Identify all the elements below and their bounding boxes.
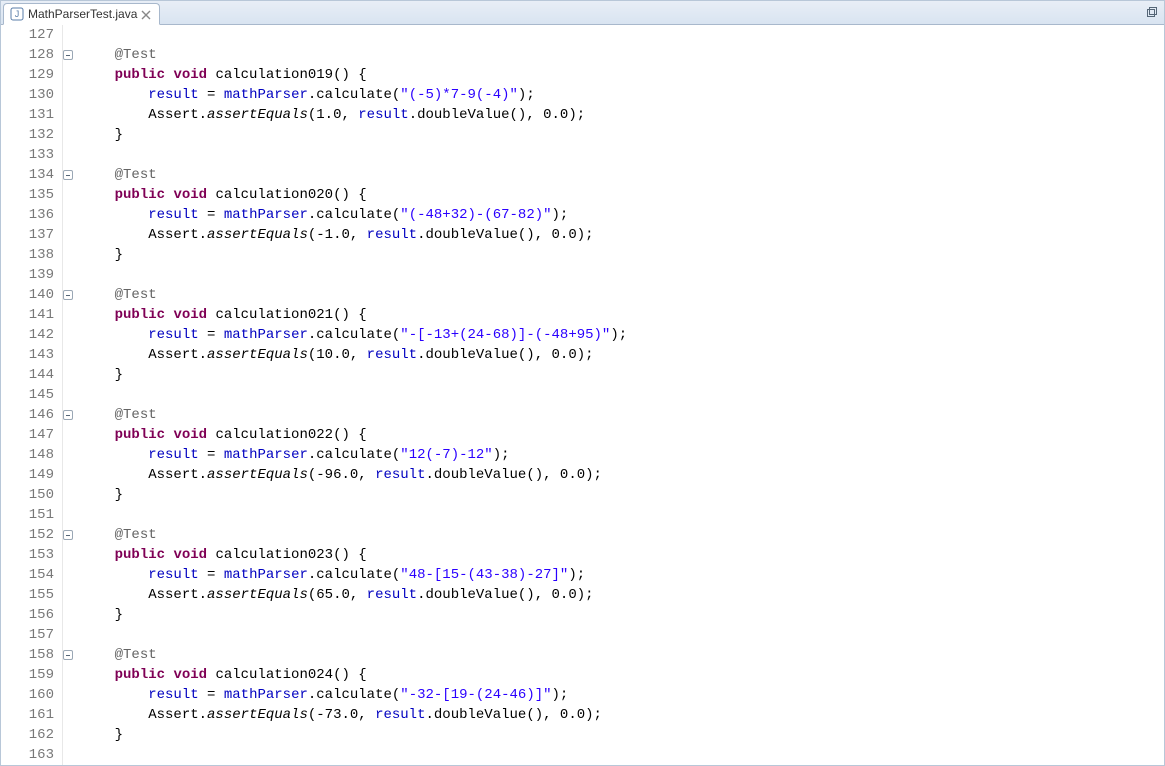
code-line[interactable]: public void calculation024() {	[81, 665, 1164, 685]
editor-tab-active[interactable]: J MathParserTest.java	[3, 3, 160, 25]
code-line[interactable]: result = mathParser.calculate("48-[15-(4…	[81, 565, 1164, 585]
line-number[interactable]: 150	[1, 485, 54, 505]
tab-filename: MathParserTest.java	[28, 7, 137, 21]
close-icon[interactable]	[141, 9, 151, 19]
code-line[interactable]: result = mathParser.calculate("(-5)*7-9(…	[81, 85, 1164, 105]
line-number[interactable]: 139	[1, 265, 54, 285]
code-line[interactable]: result = mathParser.calculate("(-48+32)-…	[81, 205, 1164, 225]
fold-toggle-icon[interactable]	[63, 410, 73, 420]
editor-toolbar-right	[1144, 4, 1160, 20]
code-line[interactable]: @Test	[81, 645, 1164, 665]
line-number[interactable]: 129	[1, 65, 54, 85]
line-number[interactable]: 152	[1, 525, 54, 545]
code-line[interactable]	[81, 145, 1164, 165]
code-line[interactable]: Assert.assertEquals(65.0, result.doubleV…	[81, 585, 1164, 605]
line-number[interactable]: 149	[1, 465, 54, 485]
code-line[interactable]: }	[81, 365, 1164, 385]
line-number[interactable]: 136	[1, 205, 54, 225]
fold-toggle-icon[interactable]	[63, 530, 73, 540]
line-number[interactable]: 138	[1, 245, 54, 265]
editor-tabbar: J MathParserTest.java	[1, 1, 1164, 25]
code-line[interactable]: Assert.assertEquals(-1.0, result.doubleV…	[81, 225, 1164, 245]
java-file-icon: J	[10, 7, 24, 21]
line-number[interactable]: 135	[1, 185, 54, 205]
line-number[interactable]: 131	[1, 105, 54, 125]
code-line[interactable]	[81, 265, 1164, 285]
line-number[interactable]: 153	[1, 545, 54, 565]
line-number[interactable]: 142	[1, 325, 54, 345]
code-line[interactable]: public void calculation022() {	[81, 425, 1164, 445]
fold-strip[interactable]	[62, 25, 74, 765]
code-line[interactable]: }	[81, 605, 1164, 625]
code-line[interactable]: @Test	[81, 45, 1164, 65]
code-line[interactable]: Assert.assertEquals(1.0, result.doubleVa…	[81, 105, 1164, 125]
code-line[interactable]	[81, 385, 1164, 405]
line-number[interactable]: 155	[1, 585, 54, 605]
line-number[interactable]: 146	[1, 405, 54, 425]
line-number[interactable]: 160	[1, 685, 54, 705]
code-line[interactable]: @Test	[81, 165, 1164, 185]
line-number[interactable]: 130	[1, 85, 54, 105]
code-line[interactable]: }	[81, 725, 1164, 745]
code-line[interactable]	[81, 745, 1164, 765]
code-line[interactable]: @Test	[81, 525, 1164, 545]
code-line[interactable]	[81, 25, 1164, 45]
code-line[interactable]: }	[81, 485, 1164, 505]
code-editor: 1271281291301311321331341351361371381391…	[1, 25, 1164, 765]
line-number[interactable]: 132	[1, 125, 54, 145]
line-number[interactable]: 134	[1, 165, 54, 185]
fold-toggle-icon[interactable]	[63, 290, 73, 300]
fold-toggle-icon[interactable]	[63, 650, 73, 660]
code-line[interactable]: @Test	[81, 285, 1164, 305]
line-number[interactable]: 162	[1, 725, 54, 745]
code-line[interactable]: Assert.assertEquals(10.0, result.doubleV…	[81, 345, 1164, 365]
fold-toggle-icon[interactable]	[63, 170, 73, 180]
line-number[interactable]: 133	[1, 145, 54, 165]
code-line[interactable]: result = mathParser.calculate("12(-7)-12…	[81, 445, 1164, 465]
code-area[interactable]: @Test public void calculation019() { res…	[63, 25, 1164, 765]
code-line[interactable]	[81, 505, 1164, 525]
code-line[interactable]: @Test	[81, 405, 1164, 425]
line-number[interactable]: 158	[1, 645, 54, 665]
code-line[interactable]: public void calculation021() {	[81, 305, 1164, 325]
code-line[interactable]: public void calculation019() {	[81, 65, 1164, 85]
line-number[interactable]: 140	[1, 285, 54, 305]
line-number[interactable]: 156	[1, 605, 54, 625]
code-line[interactable]	[81, 625, 1164, 645]
code-line[interactable]: Assert.assertEquals(-96.0, result.double…	[81, 465, 1164, 485]
line-number[interactable]: 141	[1, 305, 54, 325]
line-number[interactable]: 157	[1, 625, 54, 645]
line-number[interactable]: 127	[1, 25, 54, 45]
line-number[interactable]: 148	[1, 445, 54, 465]
line-number[interactable]: 147	[1, 425, 54, 445]
code-line[interactable]: public void calculation020() {	[81, 185, 1164, 205]
line-number[interactable]: 144	[1, 365, 54, 385]
code-line[interactable]: result = mathParser.calculate("-[-13+(24…	[81, 325, 1164, 345]
line-number[interactable]: 163	[1, 745, 54, 765]
svg-text:J: J	[15, 9, 20, 19]
line-number[interactable]: 159	[1, 665, 54, 685]
code-line[interactable]: Assert.assertEquals(-73.0, result.double…	[81, 705, 1164, 725]
line-number[interactable]: 154	[1, 565, 54, 585]
line-number[interactable]: 128	[1, 45, 54, 65]
line-number[interactable]: 161	[1, 705, 54, 725]
line-number[interactable]: 151	[1, 505, 54, 525]
code-line[interactable]: public void calculation023() {	[81, 545, 1164, 565]
line-number[interactable]: 143	[1, 345, 54, 365]
code-line[interactable]: }	[81, 245, 1164, 265]
line-number[interactable]: 145	[1, 385, 54, 405]
line-number-gutter[interactable]: 1271281291301311321331341351361371381391…	[1, 25, 63, 765]
code-line[interactable]: }	[81, 125, 1164, 145]
fold-toggle-icon[interactable]	[63, 50, 73, 60]
line-number[interactable]: 137	[1, 225, 54, 245]
code-line[interactable]: result = mathParser.calculate("-32-[19-(…	[81, 685, 1164, 705]
restore-icon[interactable]	[1144, 4, 1160, 20]
